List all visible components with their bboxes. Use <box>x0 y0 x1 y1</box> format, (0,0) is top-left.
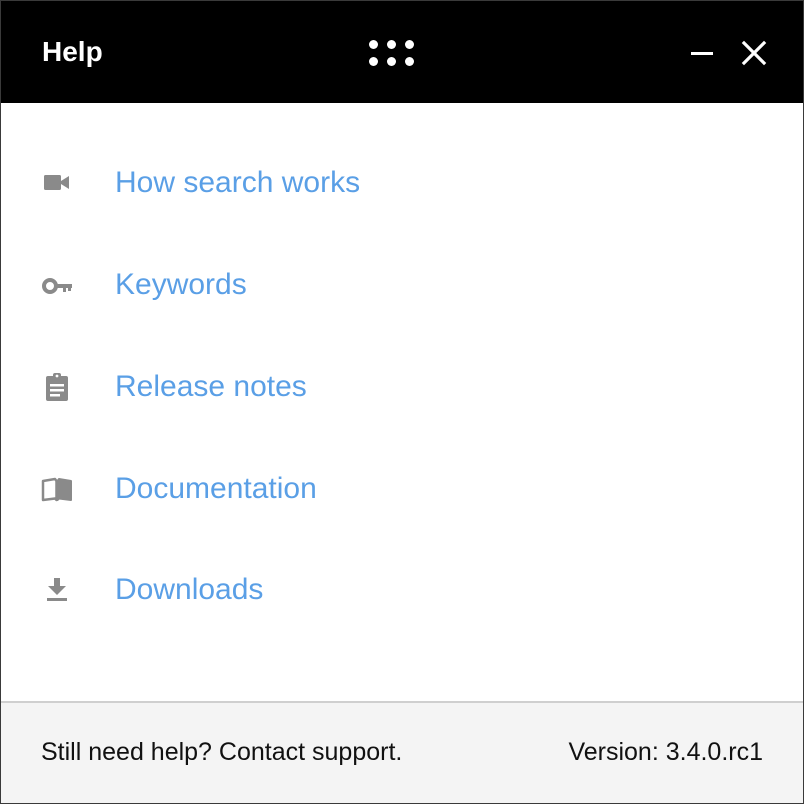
menu-item-documentation[interactable]: Documentation <box>1 459 803 519</box>
key-icon <box>41 271 73 299</box>
menu-item-label[interactable]: Documentation <box>115 469 317 509</box>
grip-dot <box>387 40 396 49</box>
menu-item-label[interactable]: Release notes <box>115 367 307 407</box>
video-camera-icon <box>41 169 73 197</box>
window-title: Help <box>42 36 103 67</box>
grip-dot <box>405 57 414 66</box>
minimize-icon <box>691 52 713 55</box>
help-menu: How search works Keywords Release notes … <box>1 103 803 701</box>
open-book-icon <box>41 475 73 503</box>
menu-item-how-search-works[interactable]: How search works <box>1 153 803 213</box>
menu-item-downloads[interactable]: Downloads <box>1 560 803 620</box>
menu-item-label[interactable]: How search works <box>115 163 360 203</box>
menu-item-keywords[interactable]: Keywords <box>1 255 803 315</box>
grip-dot <box>369 40 378 49</box>
grip-dot <box>405 40 414 49</box>
grip-dots-icon[interactable] <box>367 38 417 68</box>
download-icon <box>41 576 73 604</box>
footer: Still need help? Contact support. Versio… <box>1 701 803 803</box>
menu-item-label[interactable]: Keywords <box>115 265 247 305</box>
menu-item-release-notes[interactable]: Release notes <box>1 357 803 417</box>
contact-support-link[interactable]: Still need help? Contact support. <box>41 735 402 769</box>
version-label: Version: 3.4.0.rc1 <box>568 738 763 766</box>
menu-item-label[interactable]: Downloads <box>115 570 263 610</box>
help-window: Help How search works Keywords Release n… <box>0 0 804 804</box>
title-bar[interactable]: Help <box>1 1 803 103</box>
close-button[interactable] <box>738 37 770 69</box>
grip-dot <box>369 57 378 66</box>
minimize-button[interactable] <box>688 37 720 69</box>
grip-dot <box>387 57 396 66</box>
clipboard-icon <box>41 373 73 401</box>
close-icon <box>741 40 767 66</box>
